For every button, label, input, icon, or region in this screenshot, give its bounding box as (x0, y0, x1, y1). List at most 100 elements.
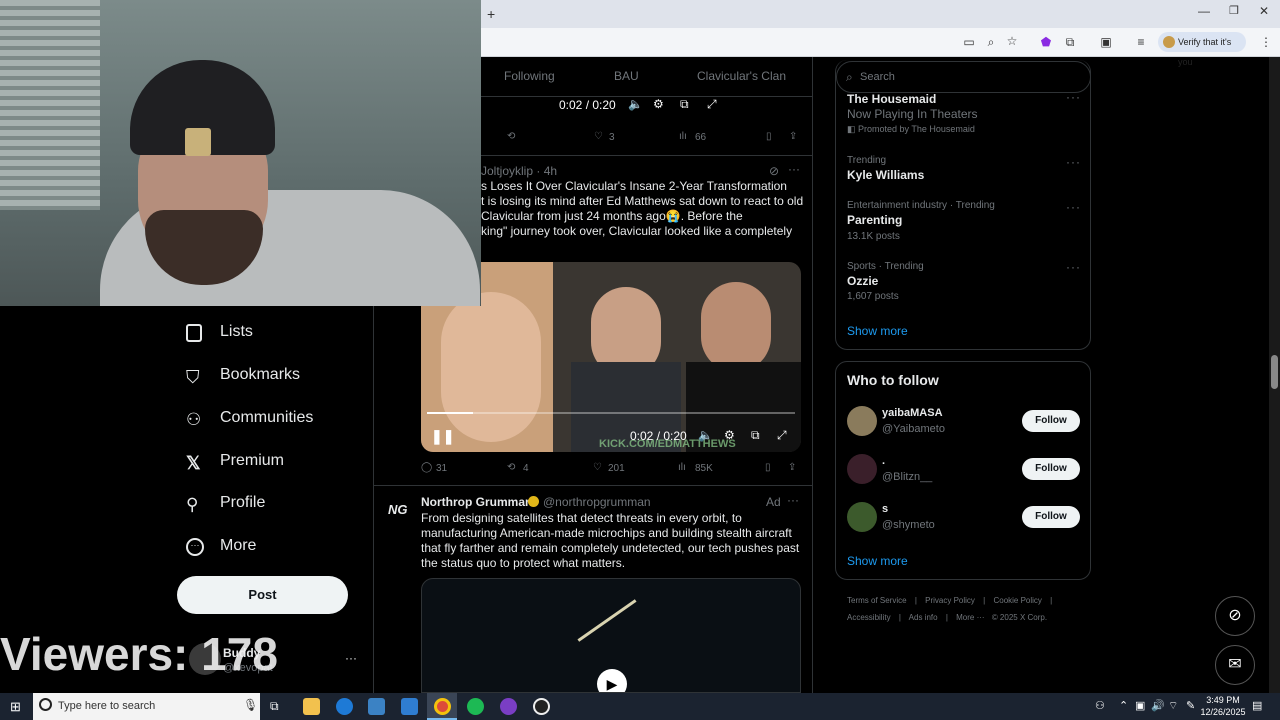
trend-name[interactable]: Ozzie (847, 274, 878, 288)
post2-author[interactable]: Joltjoyklip · 4h (481, 164, 557, 179)
reply-icon[interactable]: ◯ (421, 462, 432, 473)
volume-icon[interactable]: 🔈 (628, 97, 643, 112)
avatar[interactable] (847, 454, 877, 484)
settings-icon[interactable]: ⚙ (653, 97, 664, 112)
tab-clavicular-clan[interactable]: Clavicular's Clan (697, 69, 786, 83)
northrop-logo[interactable]: NG (388, 502, 408, 517)
play-icon[interactable]: ▶ (597, 669, 627, 692)
store-icon[interactable] (368, 698, 385, 715)
tab-following[interactable]: Following (504, 69, 555, 83)
follow-button[interactable]: Follow (1022, 506, 1080, 528)
more-options-icon[interactable]: ··· (1066, 200, 1081, 214)
pen-icon[interactable]: ✎ (1186, 699, 1195, 712)
extensions-icon[interactable]: ⧉ (1062, 35, 1078, 51)
shield-extension-icon[interactable]: ⬟ (1038, 35, 1054, 51)
new-tab-button[interactable]: + (487, 6, 495, 22)
terms-link[interactable]: Terms of Service (847, 596, 907, 605)
media-control-icon[interactable]: ≡ (1133, 35, 1149, 51)
trends-show-more[interactable]: Show more (847, 324, 908, 338)
discord-icon[interactable] (500, 698, 517, 715)
tray-app-icon[interactable]: ▣ (1135, 699, 1145, 712)
task-view-icon[interactable]: ⧉ (270, 699, 279, 714)
obs-icon[interactable] (533, 698, 550, 715)
spotify-icon[interactable] (467, 698, 484, 715)
like-icon[interactable]: ♡ (593, 462, 602, 473)
like-icon[interactable]: ♡ (594, 131, 603, 142)
more-options-icon[interactable]: ··· (1066, 155, 1081, 169)
file-explorer-icon[interactable] (303, 698, 320, 715)
repost-icon[interactable]: ⟲ (507, 131, 515, 142)
microphone-icon[interactable]: 🎙 (243, 698, 258, 712)
grok-icon[interactable]: ⊘ (769, 164, 779, 179)
scrollbar-thumb[interactable] (1271, 355, 1278, 389)
ad-video[interactable]: ▶ (421, 578, 801, 693)
pip-icon[interactable]: ⧉ (680, 97, 689, 112)
bookmark-icon[interactable]: ▯ (766, 131, 772, 142)
ads-info-link[interactable]: Ads info (909, 613, 938, 622)
share-icon[interactable]: ⇪ (788, 462, 796, 473)
cortana-icon (39, 698, 52, 711)
video-pip-icon[interactable]: ⧉ (751, 428, 760, 443)
follow-user-name[interactable]: yaibaMASA (882, 407, 943, 419)
restore-button[interactable]: ❐ (1229, 4, 1239, 17)
pause-icon[interactable]: ❚❚ (431, 428, 454, 445)
more-options-icon[interactable]: ··· (1066, 90, 1081, 104)
video-progress-track[interactable] (427, 412, 795, 414)
minimize-button[interactable]: — (1198, 4, 1210, 18)
zoom-icon[interactable]: ⌕ (983, 35, 999, 51)
edge-icon[interactable] (336, 698, 353, 715)
follow-user-name[interactable]: s (882, 503, 888, 515)
more-options-icon[interactable]: ··· (787, 493, 799, 507)
more-options-icon[interactable]: ··· (788, 162, 800, 177)
clock-time[interactable]: 3:49 PM (1203, 695, 1243, 705)
tray-chevron-icon[interactable]: ⌃ (1119, 699, 1128, 712)
post-button[interactable]: Post (177, 576, 348, 614)
avatar[interactable] (847, 502, 877, 532)
close-window-button[interactable]: ✕ (1259, 4, 1269, 18)
notification-icon[interactable]: ▤ (1252, 699, 1262, 712)
promoted-title[interactable]: The Housemaid (847, 92, 936, 106)
volume-icon[interactable]: 🔊 (1151, 699, 1165, 712)
trend-name[interactable]: Parenting (847, 213, 902, 227)
reply-count: 31 (436, 463, 448, 474)
taskbar-search-input[interactable]: Type here to search (58, 700, 155, 712)
privacy-link[interactable]: Privacy Policy (925, 596, 975, 605)
windows-start-icon[interactable]: ⊞ (10, 699, 21, 715)
grok-icon[interactable]: ⊘ (1215, 596, 1255, 636)
share-icon[interactable]: ⇪ (789, 131, 797, 142)
messages-icon[interactable]: ✉ (1215, 645, 1255, 685)
clock-date[interactable]: 12/26/2025 (1200, 707, 1246, 717)
repost-icon[interactable]: ⟲ (507, 462, 515, 473)
more-link[interactable]: More ··· (956, 613, 984, 622)
video-settings-icon[interactable]: ⚙ (724, 428, 735, 442)
window-blinds (0, 0, 100, 210)
video-volume-icon[interactable]: 🔈 (698, 428, 713, 442)
bookmark-icon[interactable]: ▯ (765, 462, 771, 473)
tab-bau[interactable]: BAU (614, 69, 639, 83)
follow-button[interactable]: Follow (1022, 410, 1080, 432)
avatar[interactable] (847, 406, 877, 436)
ad-handle[interactable]: @northropgrumman (543, 495, 651, 509)
follow-show-more[interactable]: Show more (847, 554, 908, 568)
chrome-icon[interactable] (434, 698, 451, 715)
browser-menu-icon[interactable]: ⋮ (1258, 35, 1274, 51)
trend-name[interactable]: Kyle Williams (847, 168, 924, 182)
taskbar-search[interactable]: Type here to search 🎙 (33, 693, 260, 720)
bookmark-star-icon[interactable]: ☆ (1004, 34, 1020, 50)
install-app-icon[interactable]: ▭ (961, 35, 977, 51)
scrollbar[interactable] (1269, 57, 1280, 693)
account-menu-icon[interactable]: ··· (345, 651, 357, 665)
ad-author[interactable]: Northrop Grumman (421, 495, 532, 509)
network-icon[interactable]: ⌔ (1168, 699, 1178, 713)
verify-profile-chip[interactable]: Verify that it's you (1158, 32, 1246, 67)
mail-icon[interactable] (401, 698, 418, 715)
follow-button[interactable]: Follow (1022, 458, 1080, 480)
fullscreen-icon[interactable]: ⤢ (707, 97, 717, 112)
follow-user-name[interactable]: . (882, 455, 885, 467)
people-icon[interactable]: ⚇ (1095, 699, 1105, 712)
more-options-icon[interactable]: ··· (1066, 260, 1081, 274)
video-fullscreen-icon[interactable]: ⤢ (777, 428, 787, 443)
accessibility-link[interactable]: Accessibility (847, 613, 891, 622)
cookie-link[interactable]: Cookie Policy (993, 596, 1041, 605)
split-view-icon[interactable]: ▣ (1098, 35, 1114, 51)
